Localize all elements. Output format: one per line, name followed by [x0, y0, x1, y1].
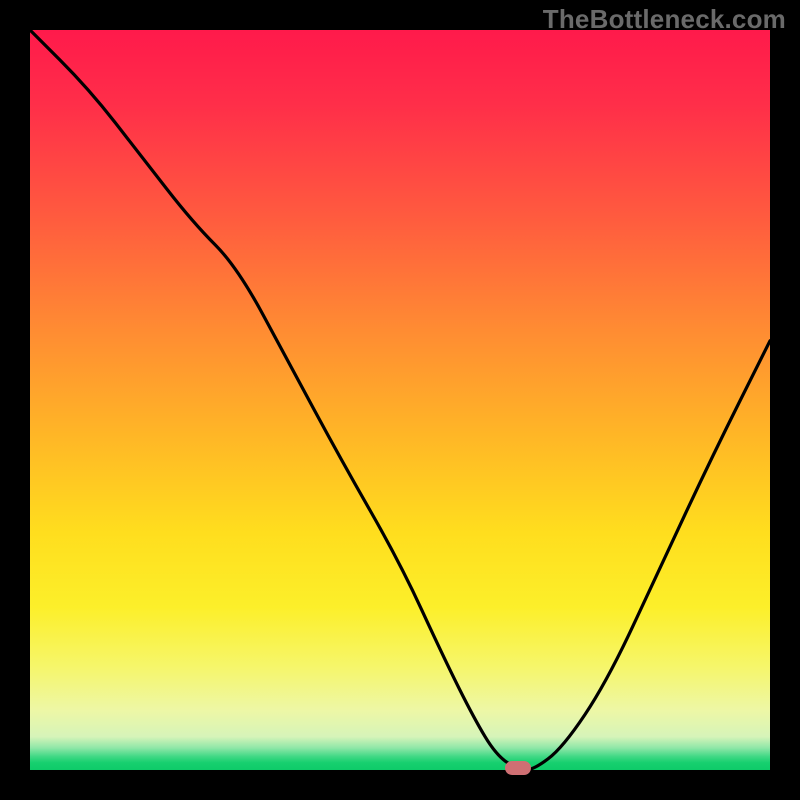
- chart-frame: TheBottleneck.com: [0, 0, 800, 800]
- curve-layer: [30, 30, 770, 770]
- bottleneck-curve-path: [30, 30, 770, 770]
- optimal-point-marker: [505, 761, 531, 775]
- plot-area: [30, 30, 770, 770]
